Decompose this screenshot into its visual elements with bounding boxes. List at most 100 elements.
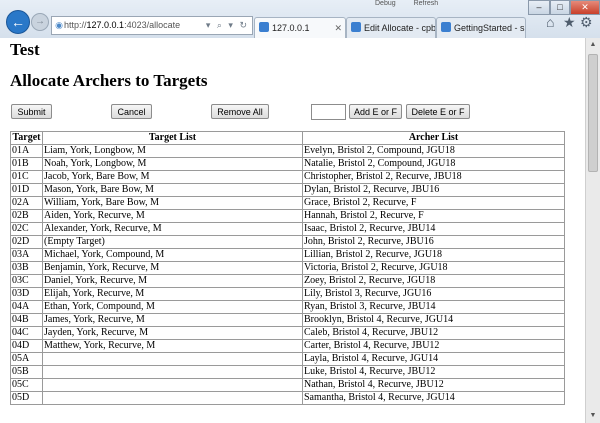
cancel-button[interactable]: Cancel: [111, 104, 152, 119]
address-bar-controls[interactable]: ▾ ⌕ ▾ ↻: [206, 17, 249, 34]
target-list-cell[interactable]: Ethan, York, Compound, M: [42, 300, 303, 314]
favicon-icon: [351, 22, 361, 32]
table-row: 03C Daniel, York, Recurve, M Zoey, Bristol…: [10, 274, 565, 288]
archer-list-cell[interactable]: John, Bristol 2, Recurve, JBU16: [302, 235, 565, 249]
target-list-cell[interactable]: Noah, York, Longbow, M: [42, 157, 303, 171]
scroll-up-icon[interactable]: ▲: [586, 38, 600, 52]
target-list-cell[interactable]: Jayden, York, Recurve, M: [42, 326, 303, 340]
target-cell: 02D: [10, 235, 43, 249]
target-list-cell[interactable]: William, York, Bare Bow, M: [42, 196, 303, 210]
tab-getting-started[interactable]: GettingStarted - su...: [436, 17, 526, 38]
archer-list-cell[interactable]: Evelyn, Bristol 2, Compound, JGU18: [302, 144, 565, 158]
target-list-cell[interactable]: Jacob, York, Bare Bow, M: [42, 170, 303, 184]
archer-list-cell[interactable]: Ryan, Bristol 3, Recurve, JBU14: [302, 300, 565, 314]
table-row: 05C Nathan, Bristol 4, Recurve, JBU12: [10, 378, 565, 392]
home-icon[interactable]: ⌂: [546, 14, 554, 30]
table-row: 01D Mason, York, Bare Bow, M Dylan, Bristo…: [10, 183, 565, 197]
table-row: 01C Jacob, York, Bare Bow, M Christopher, …: [10, 170, 565, 184]
minimize-icon: –: [536, 2, 542, 12]
page-title: Test: [10, 40, 40, 59]
archer-list-cell[interactable]: Isaac, Bristol 2, Recurve, JBU14: [302, 222, 565, 236]
scroll-thumb[interactable]: [588, 54, 598, 172]
scroll-down-icon[interactable]: ▼: [586, 409, 600, 423]
address-bar[interactable]: ◉http://127.0.0.1:4023/allocate ▾ ⌕ ▾ ↻: [51, 16, 253, 35]
target-cell: 04C: [10, 326, 43, 340]
target-list-cell[interactable]: [42, 391, 303, 405]
archer-list-cell[interactable]: Layla, Bristol 4, Recurve, JGU14: [302, 352, 565, 366]
target-list-cell[interactable]: [42, 378, 303, 392]
table-row: 04D Matthew, York, Recurve, M Carter, Bris…: [10, 339, 565, 353]
page-icon: ◉: [55, 20, 63, 30]
archer-list-cell[interactable]: Carter, Bristol 4, Recurve, JBU12: [302, 339, 565, 353]
target-list-cell[interactable]: Michael, York, Compound, M: [42, 248, 303, 262]
target-cell: 04B: [10, 313, 43, 327]
target-list-cell[interactable]: Alexander, York, Recurve, M: [42, 222, 303, 236]
archer-list-cell[interactable]: Zoey, Bristol 2, Recurve, JGU18: [302, 274, 565, 288]
archer-list-cell[interactable]: Lillian, Bristol 2, Recurve, JGU18: [302, 248, 565, 262]
back-button[interactable]: ←: [6, 10, 30, 34]
archer-list-cell[interactable]: Christopher, Bristol 2, Recurve, JBU18: [302, 170, 565, 184]
url-path: :4023/allocate: [124, 20, 181, 30]
e-or-f-input[interactable]: [311, 104, 346, 120]
remove-all-button[interactable]: Remove All: [211, 104, 269, 119]
table-row: 02D (Empty Target) John, Bristol 2, Recurv…: [10, 235, 565, 249]
target-list-cell[interactable]: (Empty Target): [42, 235, 303, 249]
tab-label: Edit Allocate - cpbs...: [364, 23, 436, 33]
forward-arrow-icon: →: [35, 16, 45, 27]
archer-list-cell[interactable]: Dylan, Bristol 2, Recurve, JBU16: [302, 183, 565, 197]
url-scheme: http://: [64, 20, 87, 30]
archer-list-cell[interactable]: Samantha, Bristol 4, Recurve, JGU14: [302, 391, 565, 405]
target-cell: 01D: [10, 183, 43, 197]
tab-label: GettingStarted - su...: [454, 23, 525, 33]
menu-item-debug[interactable]: Debug: [375, 0, 396, 7]
tab-edit-allocate[interactable]: Edit Allocate - cpbs...: [346, 17, 436, 38]
target-list-cell[interactable]: Mason, York, Bare Bow, M: [42, 183, 303, 197]
archer-list-cell[interactable]: Brooklyn, Bristol 4, Recurve, JGU14: [302, 313, 565, 327]
page-heading: Allocate Archers to Targets: [10, 71, 208, 90]
url-host: 127.0.0.1: [86, 20, 125, 30]
tab-close-icon[interactable]: ✕: [334, 18, 342, 38]
delete-e-or-f-button[interactable]: Delete E or F: [406, 104, 470, 119]
table-row: 01A Liam, York, Longbow, M Evelyn, Bristol…: [10, 144, 565, 158]
minimize-button[interactable]: –: [528, 0, 550, 15]
table-header-row: Target Target List Archer List: [10, 131, 565, 145]
favorites-star-icon[interactable]: ★: [563, 14, 576, 31]
archer-list-cell[interactable]: Hannah, Bristol 2, Recurve, F: [302, 209, 565, 223]
vertical-scrollbar[interactable]: ▲ ▼: [585, 38, 600, 423]
target-list-cell[interactable]: Daniel, York, Recurve, M: [42, 274, 303, 288]
target-cell: 01B: [10, 157, 43, 171]
archer-list-cell[interactable]: Nathan, Bristol 4, Recurve, JBU12: [302, 378, 565, 392]
page-content: Test Allocate Archers to Targets Submit …: [0, 38, 585, 423]
target-cell: 05B: [10, 365, 43, 379]
tab-local[interactable]: 127.0.0.1 ✕: [254, 17, 346, 38]
archer-list-cell[interactable]: Lily, Bristol 3, Recurve, JGU16: [302, 287, 565, 301]
target-list-cell[interactable]: Liam, York, Longbow, M: [42, 144, 303, 158]
column-header-archer-list: Archer List: [302, 131, 565, 145]
target-list-cell[interactable]: [42, 352, 303, 366]
table-row: 05A Layla, Bristol 4, Recurve, JGU14: [10, 352, 565, 366]
archer-list-cell[interactable]: Victoria, Bristol 2, Recurve, JGU18: [302, 261, 565, 275]
archer-list-cell[interactable]: Natalie, Bristol 2, Compound, JGU18: [302, 157, 565, 171]
table-row: 04A Ethan, York, Compound, M Ryan, Bristol…: [10, 300, 565, 314]
forward-button[interactable]: →: [31, 13, 49, 31]
submit-button[interactable]: Submit: [11, 104, 52, 119]
target-cell: 02B: [10, 209, 43, 223]
target-list-cell[interactable]: James, York, Recurve, M: [42, 313, 303, 327]
close-window-button[interactable]: ✕: [570, 0, 600, 15]
archer-list-cell[interactable]: Luke, Bristol 4, Recurve, JBU12: [302, 365, 565, 379]
target-list-cell[interactable]: Aiden, York, Recurve, M: [42, 209, 303, 223]
target-list-cell[interactable]: Matthew, York, Recurve, M: [42, 339, 303, 353]
gear-icon[interactable]: ⚙: [580, 14, 593, 31]
archer-list-cell[interactable]: Grace, Bristol 2, Recurve, F: [302, 196, 565, 210]
table-row: 04C Jayden, York, Recurve, M Caleb, Bristo…: [10, 326, 565, 340]
maximize-button[interactable]: □: [550, 0, 570, 15]
target-list-cell[interactable]: Elijah, York, Recurve, M: [42, 287, 303, 301]
target-cell: 02C: [10, 222, 43, 236]
archer-list-cell[interactable]: Caleb, Bristol 4, Recurve, JBU12: [302, 326, 565, 340]
favicon-icon: [441, 22, 451, 32]
add-e-or-f-button[interactable]: Add E or F: [349, 104, 402, 119]
target-cell: 03A: [10, 248, 43, 262]
menu-item-refresh[interactable]: Refresh: [414, 0, 439, 7]
target-list-cell[interactable]: [42, 365, 303, 379]
target-list-cell[interactable]: Benjamin, York, Recurve, M: [42, 261, 303, 275]
